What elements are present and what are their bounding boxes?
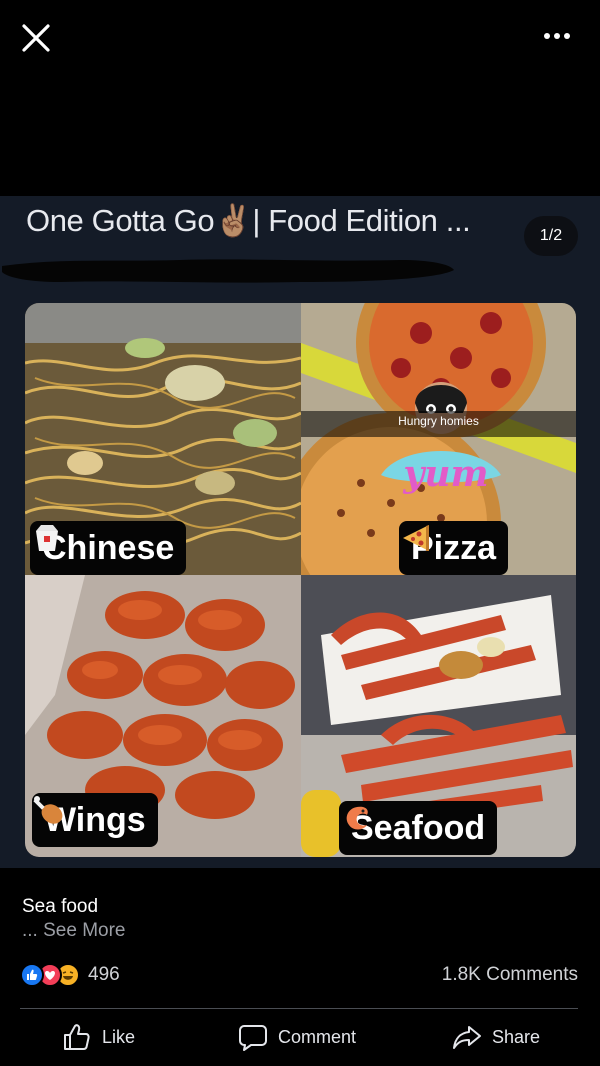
post-caption: Sea food xyxy=(22,896,99,917)
yum-sticker: yum xyxy=(403,453,489,495)
label-wings: Wings xyxy=(32,793,158,847)
reactions-summary[interactable]: 496 xyxy=(20,962,120,988)
thumbs-up-icon xyxy=(64,1024,90,1050)
share-arrow-icon xyxy=(453,1026,481,1049)
takeout-box-icon xyxy=(36,525,58,551)
top-bar xyxy=(0,0,600,80)
divider xyxy=(20,1008,578,1009)
comment-button[interactable]: Comment xyxy=(238,1020,356,1054)
label-seafood: Seafood xyxy=(339,801,498,855)
label-pizza: Pizza xyxy=(399,521,509,575)
redaction-scribble xyxy=(2,259,454,283)
tile-pizza: Hungry homies yum Pizza xyxy=(301,303,576,575)
food-collage: Chinese Hungry homies yum Pizza Wings Se… xyxy=(25,303,576,857)
tile-seafood: Seafood xyxy=(301,575,576,857)
like-button[interactable]: Like xyxy=(62,1020,135,1054)
more-options-icon[interactable] xyxy=(542,26,572,46)
like-label: Like xyxy=(102,1026,136,1047)
reaction-count: 496 xyxy=(88,964,120,985)
image-counter: 1/2 xyxy=(524,216,578,256)
close-icon[interactable] xyxy=(18,20,54,56)
comment-bubble-icon xyxy=(239,1025,267,1051)
chicken-leg-icon xyxy=(33,796,63,824)
share-button[interactable]: Share xyxy=(452,1020,540,1054)
pizza-slice-icon xyxy=(403,525,429,551)
like-reaction-icon xyxy=(20,963,44,987)
post-photo[interactable]: One Gotta Go✌🏽| Food Edition ... 1/2 Chi… xyxy=(0,196,600,868)
label-chinese: Chinese xyxy=(30,521,187,575)
image-title: One Gotta Go✌🏽| Food Edition ... xyxy=(26,203,471,238)
comment-label: Comment xyxy=(278,1026,357,1047)
share-label: Share xyxy=(492,1026,541,1047)
comments-count[interactable]: 1.8K Comments xyxy=(442,964,578,986)
shrimp-icon xyxy=(346,806,368,830)
tile-chinese: Chinese xyxy=(25,303,301,575)
sticker-caption: Hungry homies xyxy=(398,414,479,428)
see-more-link[interactable]: ... See More xyxy=(22,920,126,942)
tile-wings: Wings xyxy=(25,575,301,857)
action-bar: Like Comment Share xyxy=(0,1020,600,1054)
